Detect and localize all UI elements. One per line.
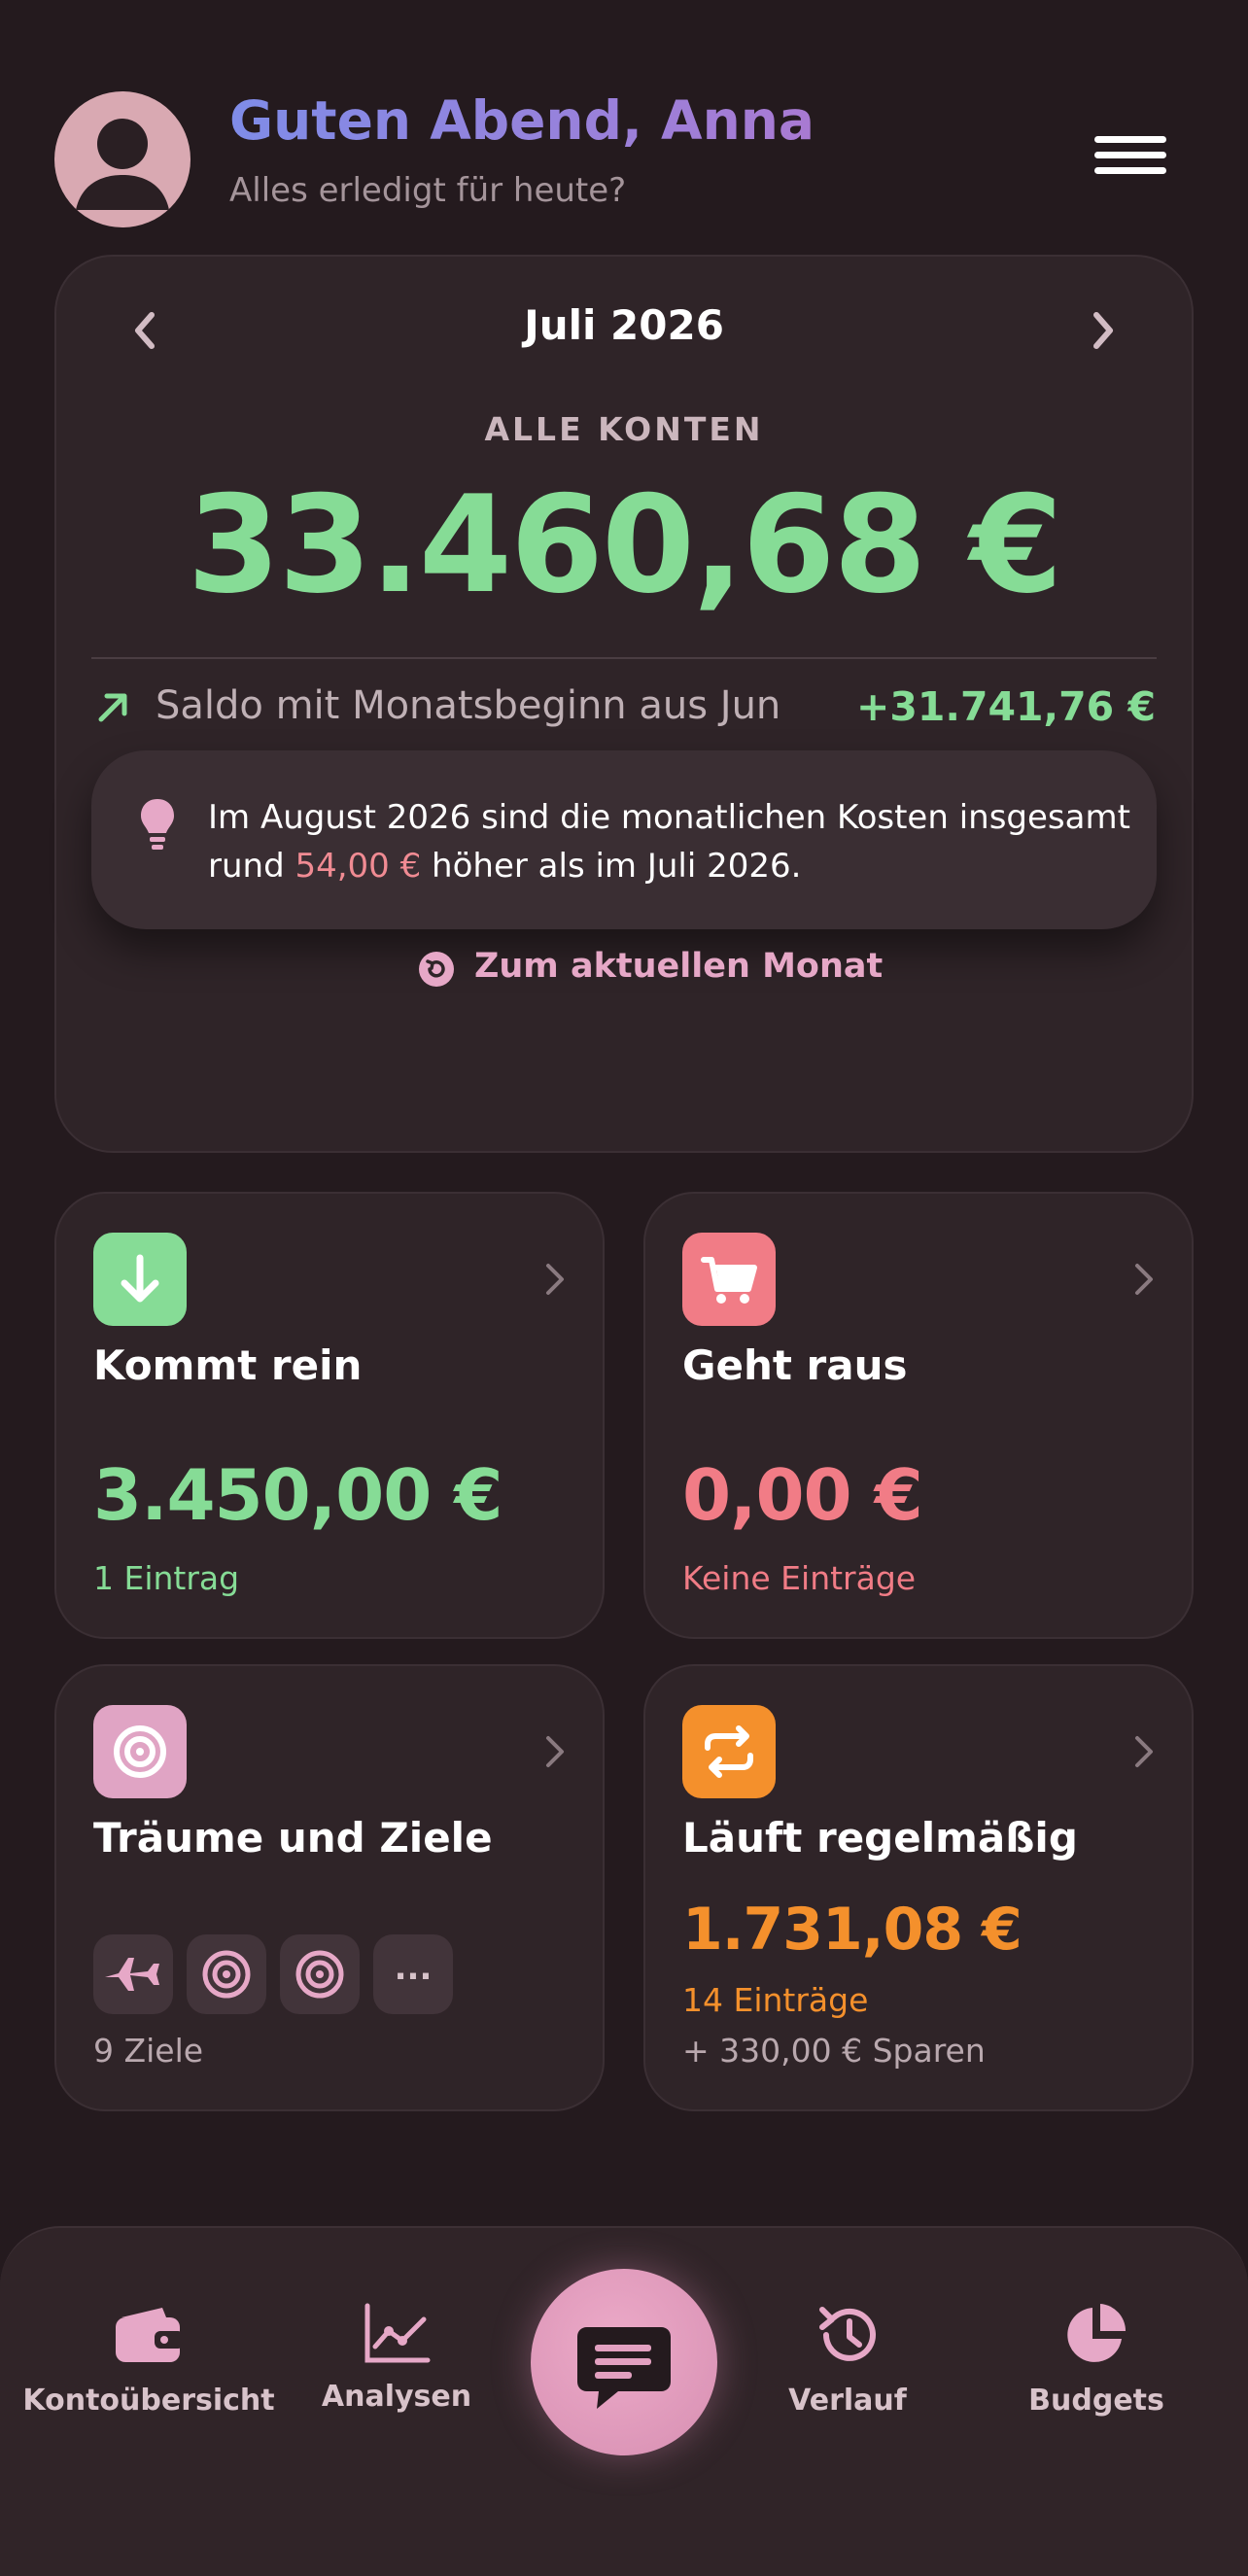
divider	[91, 657, 1157, 659]
nav-item-accounts[interactable]: Kontoübersicht	[19, 2304, 278, 2418]
nav-label: Verlauf	[788, 2384, 907, 2418]
lightbulb-icon	[138, 795, 177, 853]
greeting-subtitle: Alles erledigt für heute?	[229, 171, 627, 210]
insight-amount: 54,00 €	[295, 847, 422, 886]
pie-chart-icon	[1067, 2304, 1127, 2362]
recurring-count: 14 Einträge	[682, 1981, 869, 2019]
goals-title: Träume und Ziele	[93, 1814, 493, 1862]
nav-label: Analysen	[321, 2380, 472, 2414]
nav-item-analytics[interactable]: Analysen	[282, 2302, 511, 2414]
carryover-label: Saldo mit Monatsbeginn aus Jun	[156, 683, 781, 728]
recurring-amount: 1.731,08 €	[682, 1896, 1023, 1964]
expenses-amount: 0,00 €	[682, 1454, 923, 1536]
income-title: Kommt rein	[93, 1341, 363, 1389]
arrow-down-icon	[93, 1233, 187, 1326]
chat-button[interactable]	[531, 2269, 717, 2455]
greeting-title: Guten Abend, Anna	[229, 89, 815, 152]
chevron-right-icon	[1129, 1260, 1159, 1299]
arrow-up-right-icon	[93, 686, 134, 727]
goal-badge[interactable]	[93, 1934, 173, 2014]
chevron-right-icon	[1093, 312, 1113, 349]
target-icon	[295, 1950, 344, 1999]
wallet-icon	[116, 2308, 184, 2362]
nav-item-budgets[interactable]: Budgets	[989, 2302, 1203, 2418]
insight-text-part: höher als im Juli 2026.	[421, 847, 802, 886]
recurring-savings: + 330,00 € Sparen	[682, 2032, 986, 2070]
more-goals-badge[interactable]: ...	[373, 1934, 453, 2014]
goals-count: 9 Ziele	[93, 2032, 204, 2070]
expenses-count: Keine Einträge	[682, 1559, 917, 1597]
chart-line-icon	[364, 2303, 431, 2363]
chevron-right-icon	[540, 1260, 570, 1299]
recurring-title: Läuft regelmäßig	[682, 1814, 1078, 1862]
return-today-icon[interactable]	[418, 951, 455, 988]
menu-button[interactable]	[1094, 136, 1166, 175]
menu-icon-bar	[1094, 152, 1166, 158]
menu-icon-bar	[1094, 167, 1166, 174]
insight-text: Im August 2026 sind die monatlichen Kost…	[208, 793, 1131, 890]
shopping-cart-icon	[682, 1233, 776, 1326]
nav-label: Kontoübersicht	[22, 2384, 275, 2418]
chevron-right-icon	[540, 1732, 570, 1771]
goal-badge[interactable]	[280, 1934, 360, 2014]
chat-icon	[577, 2327, 671, 2409]
target-icon	[93, 1705, 187, 1798]
repeat-icon	[682, 1705, 776, 1798]
income-amount: 3.450,00 €	[93, 1454, 503, 1536]
avatar[interactable]	[54, 91, 191, 227]
goal-badge[interactable]	[187, 1934, 266, 2014]
current-month-link[interactable]: Zum aktuellen Monat	[474, 947, 883, 986]
target-icon	[202, 1950, 251, 1999]
chevron-right-icon	[1129, 1732, 1159, 1771]
total-balance: 33.460,68 €	[187, 467, 1062, 623]
income-count: 1 Eintrag	[93, 1559, 240, 1597]
history-icon	[819, 2307, 876, 2361]
month-label: Juli 2026	[524, 301, 724, 349]
next-month-button[interactable]	[1079, 307, 1126, 354]
accounts-label: ALLE KONTEN	[484, 410, 764, 448]
airplane-icon	[105, 1958, 159, 1991]
nav-label: Budgets	[1028, 2384, 1164, 2418]
menu-icon-bar	[1094, 136, 1166, 143]
expenses-title: Geht raus	[682, 1341, 908, 1389]
nav-item-history[interactable]: Verlauf	[741, 2302, 954, 2418]
carryover-value: +31.741,76 €	[855, 683, 1156, 730]
user-icon	[76, 119, 169, 210]
